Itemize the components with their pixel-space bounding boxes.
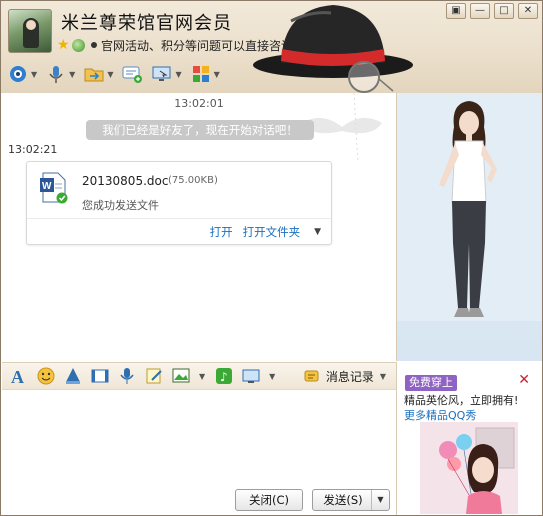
window-controls: ▣ — □ ✕: [446, 3, 538, 19]
word-document-icon: W: [40, 172, 68, 204]
avatar-face: [26, 20, 36, 30]
message-history-button[interactable]: 消息记录 ▼: [304, 368, 386, 385]
divider: [27, 218, 331, 219]
send-image-icon[interactable]: [170, 365, 192, 387]
close-button[interactable]: 关闭(C): [235, 489, 303, 511]
minimize-button[interactable]: —: [470, 3, 490, 19]
hat-decoration-icon: [253, 5, 413, 93]
video-icon[interactable]: [89, 365, 111, 387]
sms-button[interactable]: [121, 64, 143, 84]
message-area[interactable]: 13:02:01 我们已经是好友了，现在开始对话吧！ 13:02:21 W 20…: [2, 93, 396, 361]
qq-show-panel[interactable]: [396, 93, 542, 361]
send-label: 发送(S): [323, 493, 363, 507]
screenshot-icon[interactable]: [240, 365, 262, 387]
star-icon[interactable]: ★: [57, 38, 71, 52]
message-timestamp: 13:02:21: [8, 143, 58, 156]
close-icon[interactable]: ✕: [518, 372, 530, 388]
ad-panel: 免费穿上 ✕ 精品英伦风，立即拥有! 更多精品QQ秀: [396, 362, 542, 515]
video-call-button[interactable]: ▼: [7, 64, 37, 84]
apps-icon: [190, 64, 212, 84]
message-history-label: 消息记录: [325, 370, 374, 384]
bullet-icon: [91, 42, 97, 48]
contact-name[interactable]: 米兰尊荣馆官网会员: [61, 9, 232, 35]
emoji-icon[interactable]: [35, 365, 57, 387]
ad-link[interactable]: 更多精品QQ秀: [404, 407, 476, 423]
voice-message-icon[interactable]: [116, 365, 138, 387]
contact-avatar[interactable]: [8, 9, 52, 53]
sms-icon: [121, 64, 143, 84]
open-file-link[interactable]: 打开: [210, 224, 233, 240]
chevron-down-icon[interactable]: ▼: [31, 70, 37, 79]
note-icon[interactable]: [143, 365, 165, 387]
file-actions: 打开 打开文件夹 ▼: [210, 224, 321, 240]
chevron-down-icon[interactable]: ▼: [69, 70, 75, 79]
apps-button[interactable]: ▼: [190, 64, 220, 84]
close-window-button[interactable]: ✕: [518, 3, 538, 19]
skin-button[interactable]: ▣: [446, 3, 466, 19]
send-file-button[interactable]: ▼: [83, 64, 113, 84]
chevron-down-icon[interactable]: ▼: [214, 70, 220, 79]
file-name: 20130805.doc: [82, 174, 169, 188]
folder-icon: [83, 64, 105, 84]
message-timestamp: 13:02:01: [174, 97, 224, 110]
file-transfer-card: W 20130805.doc (75.00KB) 您成功发送文件 打开 打开文件…: [26, 161, 332, 245]
remote-desktop-icon: [151, 64, 173, 84]
qzone-icon[interactable]: [72, 38, 85, 52]
chevron-down-icon[interactable]: ▼: [107, 70, 113, 79]
file-status: 您成功发送文件: [82, 199, 159, 212]
chevron-down-icon[interactable]: ▼: [199, 372, 205, 381]
qq-show-avatar-icon: [397, 93, 542, 321]
system-message: 我们已经是好友了，现在开始对话吧！: [86, 120, 314, 140]
chat-toolbar: ▼ ▼ ▼ ▼ ▼: [7, 61, 228, 87]
open-folder-link[interactable]: 打开文件夹: [243, 224, 301, 240]
chevron-down-icon[interactable]: ▼: [175, 70, 181, 79]
svg-text:♪: ♪: [220, 370, 228, 384]
ad-image-icon[interactable]: [420, 422, 518, 514]
chat-header: 米兰尊荣馆官网会员 ★ 官网活动、积分等问题可以直接咨询哦~~ ▣ — □ ✕: [1, 1, 542, 93]
bottom-bar: 关闭(C) 发送(S) ▼: [2, 483, 396, 515]
maximize-button[interactable]: □: [494, 3, 514, 19]
video-call-icon: [7, 64, 29, 84]
ad-text[interactable]: 精品英伦风，立即拥有!: [404, 392, 518, 408]
svg-text:W: W: [42, 181, 52, 192]
message-input[interactable]: [2, 391, 396, 483]
remote-desktop-button[interactable]: ▼: [151, 64, 182, 84]
input-toolbar: A ▼ ♪ ▼ 消息记录 ▼: [2, 362, 396, 390]
microphone-icon: [45, 64, 67, 84]
ad-badge[interactable]: 免费穿上: [405, 375, 457, 391]
chevron-down-icon[interactable]: ▼: [380, 372, 386, 381]
chevron-down-icon[interactable]: ▼: [269, 372, 275, 381]
font-icon[interactable]: A: [8, 365, 30, 387]
file-size: (75.00KB): [168, 175, 218, 186]
chevron-down-icon[interactable]: ▼: [371, 490, 389, 510]
voice-call-button[interactable]: ▼: [45, 64, 75, 84]
chat-window: 米兰尊荣馆官网会员 ★ 官网活动、积分等问题可以直接咨询哦~~ ▣ — □ ✕: [0, 0, 543, 516]
message-history-icon: [304, 370, 319, 381]
chevron-down-icon[interactable]: ▼: [314, 227, 321, 237]
send-button[interactable]: 发送(S) ▼: [312, 489, 390, 511]
svg-text:A: A: [11, 367, 24, 386]
shake-window-icon[interactable]: [62, 365, 84, 387]
music-icon[interactable]: ♪: [213, 365, 235, 387]
